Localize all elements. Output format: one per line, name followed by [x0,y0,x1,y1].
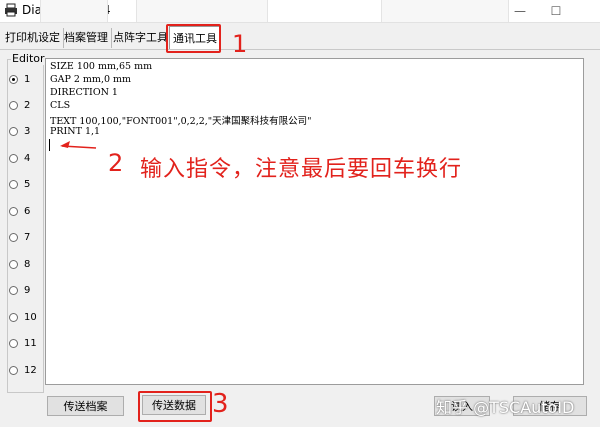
editor-option-label: 7 [24,231,31,243]
title-bar-segment [136,0,268,22]
editor-option-label: 6 [24,205,31,217]
editor-option-2[interactable]: 2 [9,98,30,112]
tab-divider [0,49,600,50]
editor-group-title: Editor [11,52,46,65]
radio-button[interactable] [9,74,18,84]
send-data-highlight-box [138,391,212,422]
code-line: SIZE 100 mm,65 mm [50,61,153,72]
text-caret [49,139,50,151]
tab-highlight-box [166,24,221,53]
tab-bitmap-font-tool[interactable]: 点阵字工具 [110,28,172,48]
radio-button[interactable] [9,312,18,322]
editor-option-11[interactable]: 11 [9,336,37,350]
code-line: GAP 2 mm,0 mm [50,74,132,85]
editor-option-12[interactable]: 12 [9,363,37,377]
radio-button[interactable] [9,206,18,216]
code-line: TEXT 100,100,"FONT001",0,2,2,"天津国聚科技有限公司… [50,116,312,127]
radio-button[interactable] [9,126,18,136]
annotation-step-2: 2 [108,149,124,177]
radio-button[interactable] [9,338,18,348]
watermark: 知乎 @TSCAutoID [436,398,575,417]
minimize-button[interactable]: — [505,0,535,22]
editor-option-label: 2 [24,99,31,111]
editor-option-label: 4 [24,152,31,164]
editor-option-4[interactable]: 4 [9,151,30,165]
annotation-step-3: 3 [212,389,229,419]
radio-button[interactable] [9,179,18,189]
code-line: CLS [50,100,71,111]
editor-scrollbar-track[interactable] [584,58,600,385]
title-bar-segment [381,0,509,22]
editor-option-label: 9 [24,284,31,296]
editor-option-10[interactable]: 10 [9,310,37,324]
editor-option-8[interactable]: 8 [9,257,30,271]
editor-option-label: 1 [24,73,31,85]
title-bar-segment [40,0,108,22]
printer-icon [5,3,17,17]
editor-option-label: 5 [24,178,31,190]
radio-button[interactable] [9,232,18,242]
annotation-step-1: 1 [232,30,248,58]
editor-option-label: 11 [24,337,37,349]
annotation-instruction: 输入指令，注意最后要回车换行 [140,157,463,182]
editor-option-7[interactable]: 7 [9,230,30,244]
radio-button[interactable] [9,259,18,269]
editor-option-label: 3 [24,125,31,137]
radio-button[interactable] [9,365,18,375]
editor-option-1[interactable]: 1 [9,72,30,86]
editor-option-label: 12 [24,364,37,376]
editor-option-label: 10 [24,311,37,323]
tab-file-management[interactable]: 档案管理 [61,28,112,48]
radio-button[interactable] [9,285,18,295]
editor-option-5[interactable]: 5 [9,177,30,191]
editor-option-6[interactable]: 6 [9,204,30,218]
maximize-button[interactable]: ☐ [541,0,571,22]
tab-printer-settings[interactable]: 打印机设定 [2,28,64,48]
command-editor[interactable]: SIZE 100 mm,65 mm GAP 2 mm,0 mm DIRECTIO… [45,58,584,385]
arrow-left-icon [60,141,97,149]
code-line: DIRECTION 1 [50,87,118,98]
editor-option-9[interactable]: 9 [9,283,30,297]
send-file-button[interactable]: 传送档案 [47,396,124,416]
editor-option-label: 8 [24,258,31,270]
radio-button[interactable] [9,153,18,163]
code-line: PRINT 1,1 [50,126,101,137]
radio-button[interactable] [9,100,18,110]
editor-option-3[interactable]: 3 [9,124,30,138]
